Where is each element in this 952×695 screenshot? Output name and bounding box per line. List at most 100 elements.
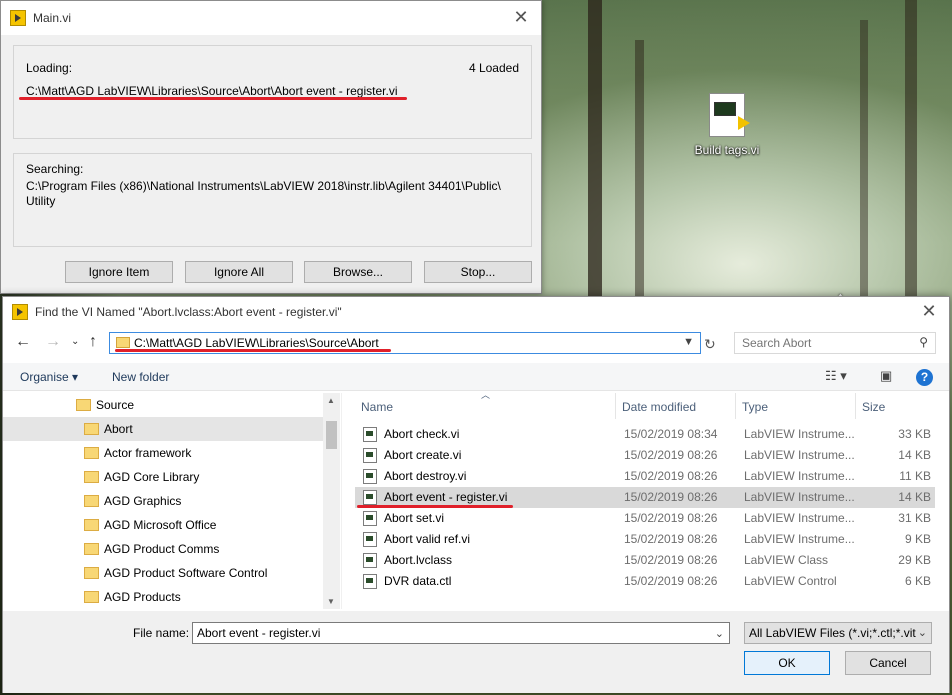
organise-menu[interactable]: Organise ▾ xyxy=(20,370,78,384)
file-row[interactable]: DVR data.ctl 15/02/2019 08:26 LabVIEW Co… xyxy=(355,571,935,592)
browse-button[interactable]: Browse... xyxy=(304,261,412,283)
tree-item-agd-product-comms[interactable]: AGD Product Comms xyxy=(3,537,323,561)
file-name-value[interactable]: Abort event - register.vi xyxy=(197,626,320,640)
file-size: 6 KB xyxy=(904,574,931,588)
ctl-file-icon xyxy=(363,574,377,589)
file-name: Abort destroy.vi xyxy=(384,469,467,483)
file-type: LabVIEW Class xyxy=(744,553,829,567)
file-row[interactable]: Abort destroy.vi 15/02/2019 08:26 LabVIE… xyxy=(355,466,935,487)
back-arrow-icon[interactable]: ← xyxy=(15,333,31,351)
view-options-icon[interactable]: ☷ ▾ xyxy=(825,368,847,384)
lvclass-file-icon xyxy=(363,553,377,568)
find-dialog-titlebar[interactable]: Find the VI Named "Abort.lvclass:Abort e… xyxy=(3,297,949,327)
file-row[interactable]: Abort.lvclass 15/02/2019 08:26 LabVIEW C… xyxy=(355,550,935,571)
labview-icon xyxy=(12,304,28,320)
search-icon[interactable]: ⚲ xyxy=(919,335,928,349)
address-path[interactable]: C:\Matt\AGD LabVIEW\Libraries\Source\Abo… xyxy=(134,336,379,350)
file-row[interactable]: Abort set.vi 15/02/2019 08:26 LabVIEW In… xyxy=(355,508,935,529)
ok-button[interactable]: OK xyxy=(744,651,830,675)
loading-group: Loading: 4 Loaded C:\Matt\AGD LabVIEW\Li… xyxy=(13,45,532,139)
vi-file-icon xyxy=(363,448,377,463)
file-type: LabVIEW Instrume... xyxy=(744,532,855,546)
searching-path: C:\Program Files (x86)\National Instrume… xyxy=(26,179,501,208)
preview-pane-icon[interactable]: ▣ xyxy=(880,368,892,384)
pane-divider[interactable] xyxy=(341,393,342,609)
file-date: 15/02/2019 08:26 xyxy=(624,511,718,525)
file-row[interactable]: Abort valid ref.vi 15/02/2019 08:26 LabV… xyxy=(355,529,935,550)
up-arrow-icon[interactable]: ↑ xyxy=(89,333,97,351)
ignore-item-button[interactable]: Ignore Item xyxy=(65,261,173,283)
loading-dialog-titlebar[interactable]: Main.vi ✕ xyxy=(1,1,541,35)
file-type: LabVIEW Instrume... xyxy=(744,448,855,462)
tree-item-abort[interactable]: Abort xyxy=(3,417,323,441)
file-type: LabVIEW Instrume... xyxy=(744,490,855,504)
tree-item-label: Actor framework xyxy=(104,446,192,460)
file-type-value: All LabVIEW Files (*.vi;*.ctl;*.vit; xyxy=(749,626,920,640)
find-vi-dialog: Find the VI Named "Abort.lvclass:Abort e… xyxy=(2,296,950,693)
folder-icon xyxy=(76,399,91,411)
file-size: 11 KB xyxy=(899,469,931,483)
folder-icon xyxy=(116,337,130,348)
tree-item-agd-products[interactable]: AGD Products xyxy=(3,585,323,609)
vi-file-icon xyxy=(363,532,377,547)
tree-item-agd-microsoft-office[interactable]: AGD Microsoft Office xyxy=(3,513,323,537)
file-name-label: File name: xyxy=(133,626,190,640)
tree-item-agd-core-library[interactable]: AGD Core Library xyxy=(3,465,323,489)
file-type-select[interactable]: All LabVIEW Files (*.vi;*.ctl;*.vit; ⌄ xyxy=(744,622,932,644)
file-row[interactable]: Abort check.vi 15/02/2019 08:34 LabVIEW … xyxy=(355,424,935,445)
file-date: 15/02/2019 08:26 xyxy=(624,490,718,504)
chevron-down-icon[interactable]: ▼ xyxy=(683,336,694,348)
close-icon[interactable]: ✕ xyxy=(919,301,939,322)
search-box[interactable]: ⚲ xyxy=(734,332,936,354)
searching-caption: Searching: xyxy=(26,162,84,176)
refresh-icon[interactable]: ↻ xyxy=(704,336,716,353)
tree-item-label: AGD Product Comms xyxy=(104,542,220,556)
recent-locations-chevron-icon[interactable]: ⌄ xyxy=(71,336,79,347)
navigation-bar: ← → ⌄ ↑ C:\Matt\AGD LabVIEW\Libraries\So… xyxy=(3,327,949,361)
tree-item-label: Source xyxy=(96,398,135,412)
file-row[interactable]: Abort create.vi 15/02/2019 08:26 LabVIEW… xyxy=(355,445,935,466)
file-date: 15/02/2019 08:26 xyxy=(624,448,718,462)
ignore-all-button[interactable]: Ignore All xyxy=(185,261,293,283)
file-size: 33 KB xyxy=(898,427,931,441)
close-icon[interactable]: ✕ xyxy=(511,7,531,28)
file-type: LabVIEW Instrume... xyxy=(744,427,855,441)
file-size: 31 KB xyxy=(898,511,931,525)
folder-tree: Source Abort Actor framework AGD Core Li… xyxy=(3,393,341,609)
new-folder-button[interactable]: New folder xyxy=(112,370,169,384)
file-date: 15/02/2019 08:26 xyxy=(624,469,718,483)
cancel-button[interactable]: Cancel xyxy=(845,651,931,675)
chevron-down-icon[interactable]: ⌄ xyxy=(915,623,927,643)
stop-button[interactable]: Stop... xyxy=(424,261,532,283)
vi-file-icon xyxy=(363,490,377,505)
desktop-icon-label: Build tags.vi xyxy=(694,143,760,157)
tree-scrollbar[interactable]: ▲ ▼ xyxy=(323,393,340,609)
loading-path: C:\Matt\AGD LabVIEW\Libraries\Source\Abo… xyxy=(26,84,398,98)
column-size[interactable]: Size xyxy=(862,400,885,414)
tree-item-source[interactable]: Source xyxy=(3,393,323,417)
desktop-icon-build-tags[interactable]: Build tags.vi xyxy=(690,93,764,157)
tree-item-label: AGD Microsoft Office xyxy=(104,518,217,532)
scrollbar-thumb[interactable] xyxy=(326,421,337,449)
search-input[interactable] xyxy=(735,333,905,353)
file-name: Abort valid ref.vi xyxy=(384,532,471,546)
column-type[interactable]: Type xyxy=(742,400,768,414)
file-type: LabVIEW Instrume... xyxy=(744,469,855,483)
file-name-input[interactable]: Abort event - register.vi ⌄ xyxy=(192,622,730,644)
scroll-down-arrow-icon[interactable]: ▼ xyxy=(327,597,335,606)
chevron-down-icon[interactable]: ⌄ xyxy=(715,624,724,644)
tree-item-agd-graphics[interactable]: AGD Graphics xyxy=(3,489,323,513)
sort-ascending-icon: ︿ xyxy=(481,390,491,400)
red-annotation-underline xyxy=(19,97,407,100)
file-size: 9 KB xyxy=(904,532,931,546)
vi-file-icon xyxy=(363,511,377,526)
scroll-up-arrow-icon[interactable]: ▲ xyxy=(327,396,335,405)
tree-item-actor-framework[interactable]: Actor framework xyxy=(3,441,323,465)
column-name[interactable]: Name xyxy=(361,400,393,414)
forward-arrow-icon[interactable]: → xyxy=(45,333,61,351)
loaded-count: 4 Loaded xyxy=(468,61,519,75)
folder-icon xyxy=(84,447,99,459)
help-icon[interactable]: ? xyxy=(916,369,933,386)
column-date-modified[interactable]: Date modified xyxy=(622,400,696,414)
tree-item-agd-product-software-control[interactable]: AGD Product Software Control xyxy=(3,561,323,585)
